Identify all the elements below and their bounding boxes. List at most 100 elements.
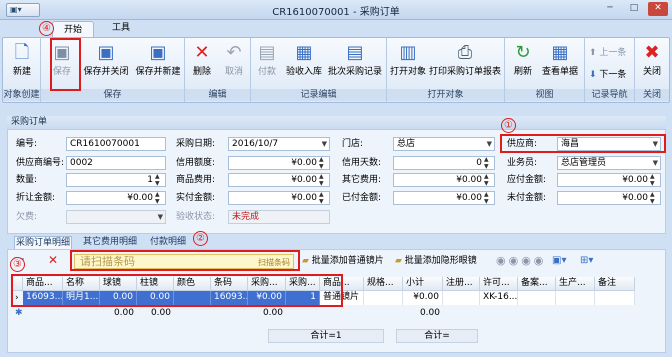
- annotation-box-supplier: [500, 134, 666, 153]
- batch-normal-lens-button[interactable]: ▰ 批量添加普通镜片: [302, 255, 384, 268]
- spinner-icon[interactable]: ▲ ▼: [319, 174, 328, 186]
- annotation-marker-4: ④: [39, 21, 54, 36]
- grid-header-cell[interactable]: 生产...: [556, 277, 595, 291]
- pay-button[interactable]: ▤ 付款: [253, 42, 281, 78]
- spinner-icon[interactable]: ▲ ▼: [650, 174, 659, 186]
- credit-days-field[interactable]: 0 ▲ ▼: [393, 156, 495, 170]
- view-list-icon: ▦: [551, 42, 569, 63]
- spinner-icon[interactable]: ▲ ▼: [484, 174, 493, 186]
- prev-record-button[interactable]: ⬆ 上一条: [589, 46, 626, 60]
- annotation-marker-3: ③: [10, 257, 25, 272]
- spinner-icon[interactable]: ▲ ▼: [319, 157, 328, 169]
- tab-order-detail[interactable]: 采购订单明细: [14, 236, 72, 250]
- spinner-icon[interactable]: ▲ ▼: [484, 157, 493, 169]
- new-row-cell[interactable]: 0.00: [403, 307, 443, 320]
- grid-cell[interactable]: [518, 291, 556, 305]
- new-row-cell[interactable]: [518, 307, 556, 320]
- grid-header-cell[interactable]: 备注: [595, 277, 635, 291]
- grid-cell[interactable]: XK-16...: [480, 291, 518, 305]
- spinner-icon[interactable]: ▲ ▼: [155, 174, 164, 186]
- spinner-icon[interactable]: ▲ ▼: [155, 192, 164, 204]
- grid-header-cell[interactable]: 规格...: [364, 277, 403, 291]
- tab-start[interactable]: 开始: [52, 21, 94, 38]
- credit-field[interactable]: ¥0.00 ▲ ▼: [228, 156, 330, 170]
- spinner-icon[interactable]: ▲ ▼: [484, 192, 493, 204]
- new-button[interactable]: 🗋 新建: [5, 42, 39, 78]
- tab-other-fee-detail[interactable]: 其它费用明细: [80, 236, 140, 250]
- new-row-cell[interactable]: [443, 307, 480, 320]
- close-button[interactable]: ✖ 关闭: [637, 42, 667, 78]
- new-row-cell[interactable]: [595, 307, 635, 320]
- new-row-cell[interactable]: 0.00: [248, 307, 286, 320]
- tab-tools[interactable]: 工具: [104, 20, 138, 37]
- new-row-cell[interactable]: [480, 307, 518, 320]
- grid-header-cell[interactable]: 许可...: [480, 277, 518, 291]
- group-view: ↻ 刷新 ▦ 查看单据 视图: [505, 38, 585, 102]
- paid2-field[interactable]: ¥0.00 ▲ ▼: [393, 191, 495, 205]
- grid-header-cell[interactable]: 备案...: [518, 277, 556, 291]
- date-field[interactable]: 2016/10/7 ▼: [228, 137, 330, 151]
- paid2-label: 已付金额:: [342, 193, 382, 203]
- save-new-button[interactable]: ▣ 保存并新建: [133, 42, 183, 78]
- receive-button[interactable]: ▦ 验收入库: [283, 42, 325, 78]
- grid-cell[interactable]: [443, 291, 480, 305]
- layout-icon[interactable]: ▣▾: [552, 254, 566, 267]
- batch-record-button[interactable]: ▤ 批次采购记录: [325, 42, 385, 78]
- dropdown-arrow-icon: ▼: [321, 140, 327, 148]
- code-label: 编号:: [16, 139, 38, 149]
- new-row-cell[interactable]: [364, 307, 403, 320]
- check-status-field: 未完成: [228, 210, 330, 224]
- grid-cell[interactable]: [556, 291, 595, 305]
- paid-field[interactable]: ¥0.00 ▲ ▼: [228, 191, 330, 205]
- refresh-button[interactable]: ↻ 刷新: [509, 42, 537, 78]
- new-row-cell[interactable]: [211, 307, 248, 320]
- grid-cell[interactable]: ¥0.00: [403, 291, 443, 305]
- goods-fee-field[interactable]: ¥0.00 ▲ ▼: [228, 173, 330, 187]
- save-close-button[interactable]: ▣ 保存并关闭: [81, 42, 131, 78]
- discount-field[interactable]: ¥0.00 ▲ ▼: [66, 191, 166, 205]
- new-row-cell[interactable]: [556, 307, 595, 320]
- unpaid-field[interactable]: ¥0.00 ▲ ▼: [557, 191, 661, 205]
- paid-label: 实付金额:: [176, 193, 216, 203]
- new-row-cell[interactable]: 0.00: [137, 307, 174, 320]
- new-row-cell[interactable]: [174, 307, 211, 320]
- spinner-icon[interactable]: ▲ ▼: [650, 192, 659, 204]
- print-report-button[interactable]: ⎙ 打印采购订单报表: [427, 42, 503, 78]
- batch-contact-lens-button[interactable]: ▰ 批量添加隐形眼镜: [395, 255, 477, 268]
- staff-label: 业务员:: [507, 158, 538, 168]
- next-record-button[interactable]: ⬇ 下一条: [589, 68, 626, 82]
- export-icon[interactable]: ⊞▾: [580, 254, 593, 267]
- open-object-button[interactable]: ▥ 打开对象: [389, 42, 427, 78]
- delete-button[interactable]: ✕ 删除: [187, 42, 217, 78]
- new-row-cell[interactable]: 0.00: [100, 307, 137, 320]
- maximize-icon[interactable]: □: [624, 2, 644, 16]
- close-window-icon[interactable]: ✕: [648, 2, 668, 16]
- code-field[interactable]: CR1610070001: [66, 137, 166, 151]
- view-list-button[interactable]: ▦ 查看单据: [539, 42, 581, 78]
- new-row-cell[interactable]: [320, 307, 364, 320]
- staff-field[interactable]: 总店管理员 ▼: [557, 156, 661, 170]
- other-fee-label: 其它费用:: [342, 175, 382, 185]
- payable-field[interactable]: ¥0.00 ▲ ▼: [557, 173, 661, 187]
- cancel-button[interactable]: ↶ 取消: [219, 42, 249, 78]
- grid-cell[interactable]: [595, 291, 635, 305]
- tab-payment-detail[interactable]: 付款明细: [146, 236, 190, 250]
- store-field[interactable]: 总店 ▼: [393, 137, 495, 151]
- grid-header-cell[interactable]: 小计: [403, 277, 443, 291]
- qty-field[interactable]: 1 ▲ ▼: [66, 173, 166, 187]
- delete-row-icon[interactable]: ✕: [48, 253, 62, 267]
- spinner-icon[interactable]: ▲ ▼: [319, 192, 328, 204]
- supplier-code-label: 供应商编号:: [16, 158, 65, 168]
- dropdown-arrow-icon: ▼: [486, 140, 492, 148]
- other-fee-field[interactable]: ¥0.00 ▲ ▼: [393, 173, 495, 187]
- owed-field: ▼: [66, 210, 166, 224]
- record-nav-icons[interactable]: ◉◉◉◉: [496, 254, 546, 267]
- grid-cell[interactable]: [364, 291, 403, 305]
- annotation-box-row: [11, 274, 343, 307]
- new-row-cell[interactable]: [23, 307, 63, 320]
- new-row-cell[interactable]: [286, 307, 320, 320]
- new-row-cell[interactable]: [63, 307, 100, 320]
- grid-header-cell[interactable]: 注册...: [443, 277, 480, 291]
- minimize-icon[interactable]: ─: [600, 2, 620, 16]
- supplier-code-field[interactable]: 0002: [66, 156, 166, 170]
